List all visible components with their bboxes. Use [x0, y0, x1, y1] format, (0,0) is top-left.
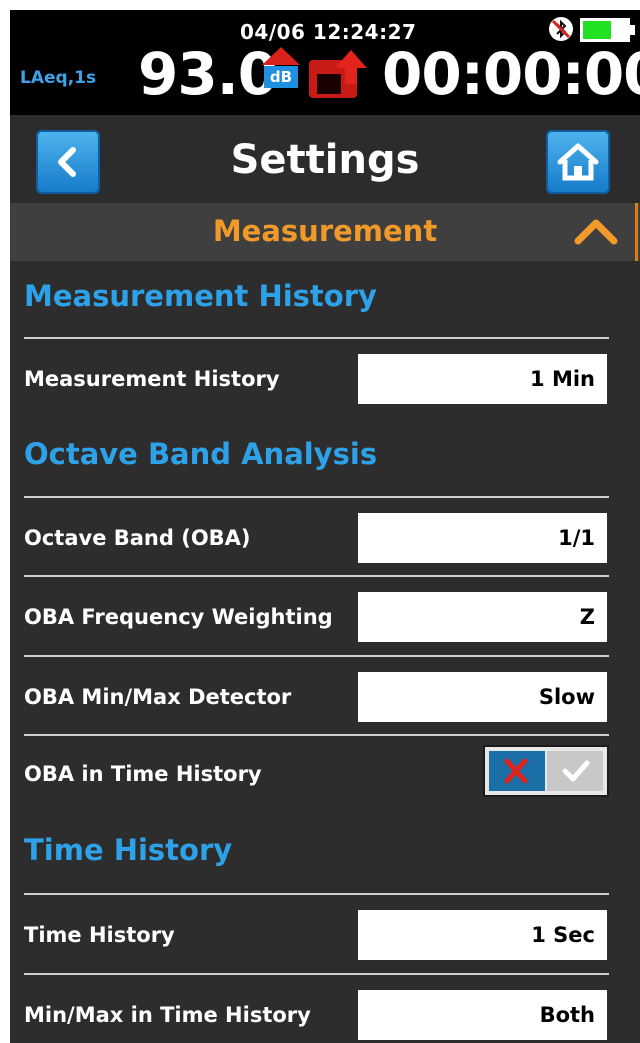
elapsed-time: 00:00:00 [382, 40, 640, 108]
divider [24, 496, 609, 498]
section-title: Measurement [212, 214, 438, 248]
chevron-up-icon[interactable] [574, 217, 618, 245]
status-bar: 04/06 12:24:27 LAeq,1s 93.0 dB 00:00:00 [10, 10, 640, 115]
group-title-measurement-history: Measurement History [24, 279, 377, 313]
min-max-time-history-select[interactable]: Both [358, 990, 607, 1040]
device-screen: 04/06 12:24:27 LAeq,1s 93.0 dB 00:00:00 [10, 10, 640, 1043]
octave-band-select[interactable]: 1/1 [358, 513, 607, 563]
home-icon [557, 143, 599, 181]
checkmark-icon [562, 760, 590, 782]
close-icon [504, 758, 528, 784]
oba-in-time-history-label: OBA in Time History [24, 762, 262, 786]
section-header[interactable]: Measurement [10, 203, 640, 261]
divider [24, 973, 609, 975]
divider [24, 337, 609, 339]
unit-label: dB [264, 66, 298, 88]
oba-min-max-detector-label: OBA Min/Max Detector [24, 685, 292, 709]
oba-frequency-weighting-select[interactable]: Z [358, 592, 607, 642]
sound-level: 93.0 [138, 40, 278, 108]
level-up-arrow-icon [262, 47, 300, 65]
title-bar: Settings [10, 115, 640, 203]
time-history-select[interactable]: 1 Sec [358, 910, 607, 960]
db-unit-icon: dB [260, 47, 302, 93]
divider [24, 893, 609, 895]
octave-band-label: Octave Band (OBA) [24, 526, 251, 550]
time-history-label: Time History [24, 923, 175, 947]
home-button[interactable] [546, 130, 610, 194]
battery-icon [580, 18, 635, 42]
settings-list: Measurement History Measurement History … [10, 261, 640, 1043]
bluetooth-off-icon [549, 17, 573, 41]
overload-icon [309, 50, 367, 98]
oba-min-max-detector-select[interactable]: Slow [358, 672, 607, 722]
min-max-time-history-label: Min/Max in Time History [24, 1003, 311, 1027]
group-title-time-history: Time History [24, 833, 233, 867]
scroll-indicator [635, 203, 638, 261]
divider [24, 734, 609, 736]
oba-frequency-weighting-label: OBA Frequency Weighting [24, 605, 333, 629]
group-title-octave-band: Octave Band Analysis [24, 437, 378, 471]
measurement-history-label: Measurement History [24, 367, 280, 391]
oba-in-time-history-toggle[interactable] [483, 745, 609, 797]
metric-label: LAeq,1s [20, 68, 97, 88]
divider [24, 655, 609, 657]
measurement-history-select[interactable]: 1 Min [358, 354, 607, 404]
divider [24, 575, 609, 577]
